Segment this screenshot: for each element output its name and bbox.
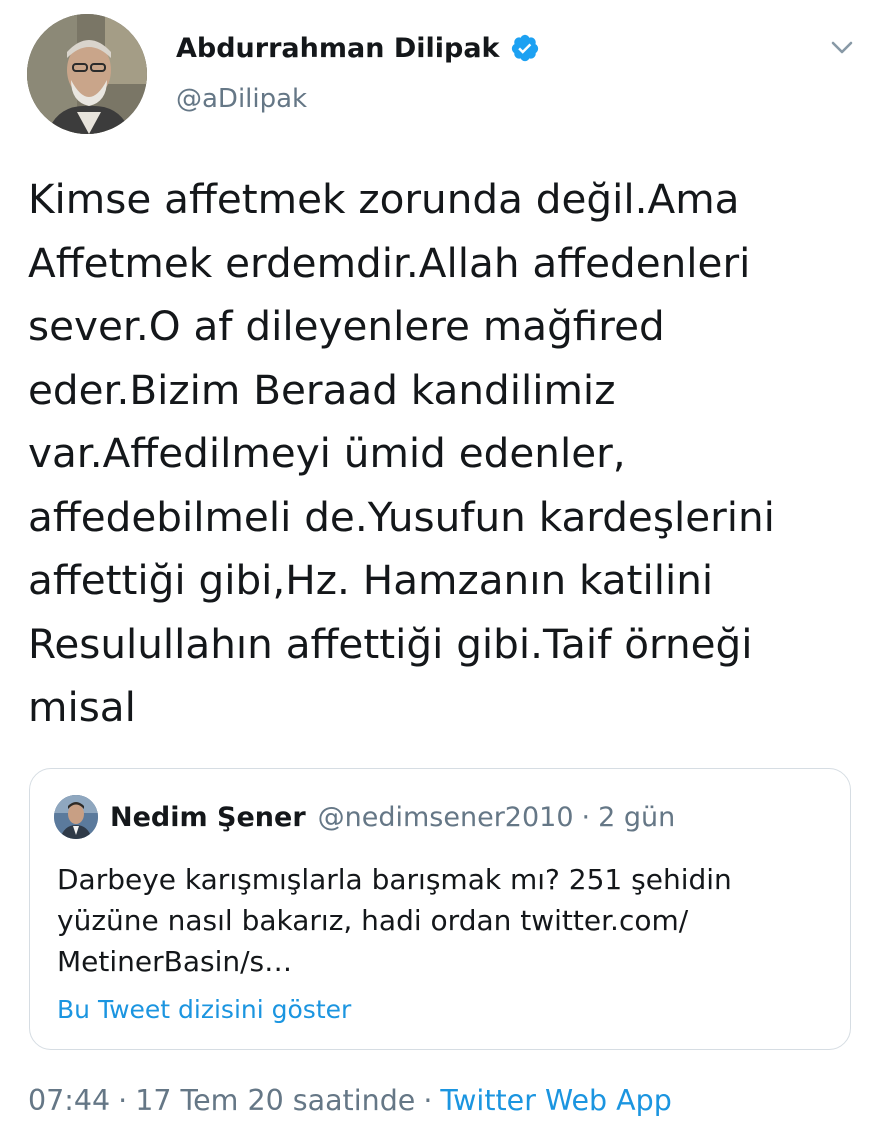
tweet-source-link[interactable]: Twitter Web App: [440, 1084, 671, 1117]
quoted-timestamp: 2 gün: [598, 801, 676, 833]
quoted-tweet-text: Darbeye karışmışlarla barışmak mı? 251 ş…: [57, 863, 732, 978]
chevron-down-icon[interactable]: [824, 30, 860, 66]
author-handle[interactable]: @aDilipak: [176, 84, 307, 114]
tweet-time[interactable]: 07:44: [28, 1084, 110, 1117]
quoted-author-name: Nedim Şener: [110, 801, 306, 833]
verified-badge-icon: [510, 33, 540, 63]
tweet-meta: 07:44 · 17 Tem 20 saatinde · Twitter Web…: [28, 1078, 672, 1122]
tweet-date[interactable]: 17 Tem 20 saatinde: [135, 1084, 415, 1117]
show-thread-link[interactable]: Bu Tweet dizisini göster: [57, 995, 351, 1024]
quoted-author-avatar: [54, 795, 98, 839]
quoted-separator: ·: [581, 801, 591, 833]
author-name-row: Abdurrahman Dilipak: [176, 28, 540, 68]
author-avatar[interactable]: [27, 14, 147, 134]
author-display-name[interactable]: Abdurrahman Dilipak: [176, 33, 500, 64]
meta-separator: ·: [118, 1083, 128, 1117]
quoted-tweet-header: Nedim Şener @nedimsener2010 · 2 gün: [54, 793, 675, 841]
quoted-tweet-card[interactable]: Nedim Şener @nedimsener2010 · 2 gün Darb…: [29, 768, 851, 1050]
tweet-text: Kimse affetmek zorunda değil.Ama Affetme…: [28, 175, 775, 731]
meta-separator-2: ·: [423, 1083, 433, 1117]
quoted-author-handle: @nedimsener2010: [317, 801, 574, 833]
quoted-profile-photo: [54, 795, 98, 839]
profile-photo: [27, 14, 147, 134]
tweet-detail: Abdurrahman Dilipak @aDilipak Kimse affe…: [0, 0, 880, 1142]
